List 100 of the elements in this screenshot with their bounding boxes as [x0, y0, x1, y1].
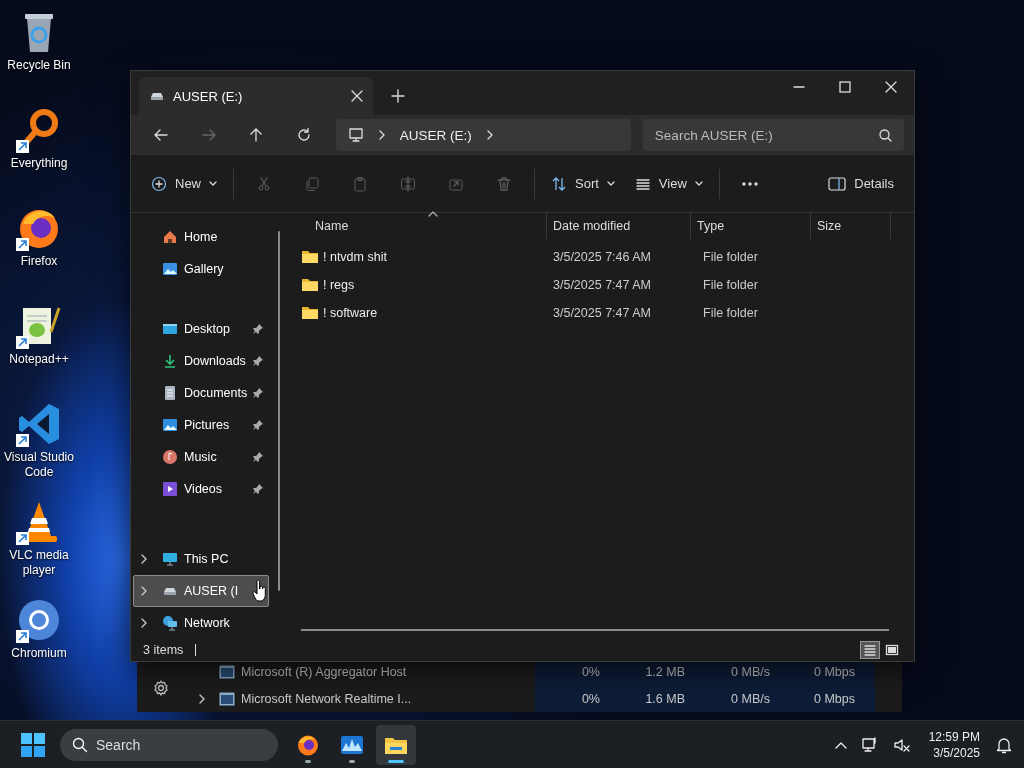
- table-cell: 1.6 MB: [620, 685, 705, 712]
- pin-icon[interactable]: [252, 419, 264, 431]
- details-pane-icon: [828, 175, 847, 192]
- breadcrumb-item[interactable]: AUSER (E:): [399, 127, 472, 143]
- sidebar-item[interactable]: Music: [133, 441, 269, 473]
- clock[interactable]: 12:59 PM 3/5/2025: [928, 728, 980, 761]
- sidebar-item[interactable]: Gallery: [133, 253, 269, 285]
- sort-button[interactable]: Sort: [543, 166, 623, 201]
- sidebar-item[interactable]: Pictures: [133, 409, 269, 441]
- desktop-icon-label[interactable]: Recycle Bin: [7, 58, 71, 73]
- paste-icon: [352, 175, 368, 192]
- details-view-button[interactable]: [860, 641, 880, 659]
- search-icon: [879, 129, 892, 142]
- column-header[interactable]: Type: [691, 213, 811, 239]
- sidebar-item[interactable]: Home: [133, 221, 269, 253]
- sidebar-item[interactable]: AUSER (I: [133, 575, 269, 607]
- delete-icon: [496, 175, 512, 192]
- address-bar[interactable]: AUSER (E:): [335, 119, 631, 151]
- table-cell: 0 MB/s: [705, 685, 790, 712]
- chevron-right-icon[interactable]: [485, 130, 494, 140]
- desktop-icon-label[interactable]: VLC media player: [0, 548, 78, 578]
- taskbar-search-field[interactable]: Search: [60, 728, 278, 761]
- sidebar-item[interactable]: Videos: [133, 473, 269, 505]
- chevron-right-icon[interactable]: [140, 586, 148, 596]
- file-name[interactable]: ! software: [323, 306, 378, 320]
- pin-icon[interactable]: [252, 483, 264, 495]
- file-name[interactable]: ! regs: [323, 278, 355, 292]
- sidebar-item[interactable]: This PC: [133, 543, 269, 575]
- type-cell-text: File folder: [702, 250, 759, 264]
- copy-icon: [304, 175, 320, 192]
- refresh-icon: [295, 127, 312, 143]
- this-pc-icon: [162, 551, 178, 567]
- sidebar-item[interactable]: Documents: [133, 377, 269, 409]
- process-icon: [219, 664, 235, 679]
- chevron-down-icon: [606, 180, 615, 187]
- back-arrow-icon: [152, 127, 169, 143]
- type-cell-text: File folder: [702, 278, 759, 292]
- hand-cursor-icon: [252, 580, 268, 602]
- folder-icon: [301, 249, 319, 265]
- sort-icon: [551, 175, 567, 192]
- pin-icon[interactable]: [252, 387, 264, 399]
- window-tab[interactable]: AUSER (E:): [139, 77, 373, 115]
- new-button[interactable]: New: [143, 166, 225, 201]
- details-pane-button[interactable]: Details: [820, 166, 902, 201]
- sidebar-item[interactable]: Downloads: [133, 345, 269, 377]
- chevron-right-icon[interactable]: [140, 618, 148, 628]
- home-icon: [162, 229, 178, 245]
- gallery-icon: [162, 261, 178, 277]
- date-modified-cell-text: 3/5/2025 7:47 AM: [552, 278, 652, 292]
- chevron-down-icon: [694, 180, 703, 187]
- details-view-icon: [863, 644, 877, 656]
- start-icon: [20, 731, 46, 758]
- network-icon: [860, 735, 879, 754]
- close-icon[interactable]: [351, 90, 363, 102]
- monitor-icon[interactable]: [347, 127, 364, 143]
- item-count: 3 items: [143, 643, 184, 657]
- tiles-view-icon: [885, 644, 899, 656]
- desktop-icon-label[interactable]: Visual Studio Code: [0, 450, 78, 480]
- column-header[interactable]: Size: [811, 213, 891, 239]
- pin-icon[interactable]: [252, 323, 264, 335]
- close-icon: [885, 81, 897, 93]
- desktop-icon-label[interactable]: Everything: [10, 156, 68, 171]
- file-name[interactable]: ! ntvdm shit: [323, 250, 387, 264]
- pin-icon[interactable]: [252, 355, 264, 367]
- chevron-up-icon: [834, 740, 847, 749]
- chevron-right-icon[interactable]: [140, 554, 148, 564]
- cut-icon: [256, 175, 272, 192]
- folder-icon: [301, 277, 319, 293]
- desktop-icon-label[interactable]: Notepad++: [9, 352, 69, 367]
- chevron-down-icon: [209, 180, 217, 187]
- type-cell-text: File folder: [702, 306, 759, 320]
- search-field[interactable]: Search AUSER (E:): [642, 119, 904, 151]
- chevron-right-icon[interactable]: [197, 693, 207, 704]
- date-modified-cell-text: 3/5/2025 7:47 AM: [552, 306, 652, 320]
- sort-caret-icon: [428, 211, 438, 217]
- sidebar-item[interactable]: Desktop: [133, 313, 269, 345]
- downloads-icon: [162, 353, 178, 369]
- desktop-icon-label[interactable]: Firefox: [20, 254, 58, 269]
- view-button[interactable]: View: [626, 166, 711, 201]
- table-cell: 0%: [535, 685, 620, 712]
- more-icon: [741, 181, 758, 186]
- music-icon: [162, 449, 178, 465]
- documents-icon: [162, 385, 178, 401]
- process-icon: [219, 691, 235, 706]
- column-header[interactable]: Name: [291, 213, 547, 239]
- taskbar-app-button[interactable]: [376, 724, 416, 765]
- process-name: Microsoft (R) Aggregator Host: [241, 664, 407, 679]
- bell-icon: [996, 735, 1012, 754]
- videos-icon: [162, 481, 178, 497]
- table-cell: 0 Mbps: [790, 685, 875, 712]
- column-header[interactable]: Date modified: [547, 213, 691, 239]
- chevron-right-icon[interactable]: [377, 130, 386, 140]
- rename-icon: [400, 175, 416, 192]
- pin-icon[interactable]: [252, 451, 264, 463]
- plus-icon: [391, 89, 405, 103]
- sidebar-item[interactable]: Network: [133, 607, 269, 639]
- settings-icon[interactable]: [153, 680, 169, 696]
- maximize-icon: [839, 81, 851, 93]
- new-icon: [151, 175, 167, 192]
- desktop-icon-label[interactable]: Chromium: [11, 646, 67, 661]
